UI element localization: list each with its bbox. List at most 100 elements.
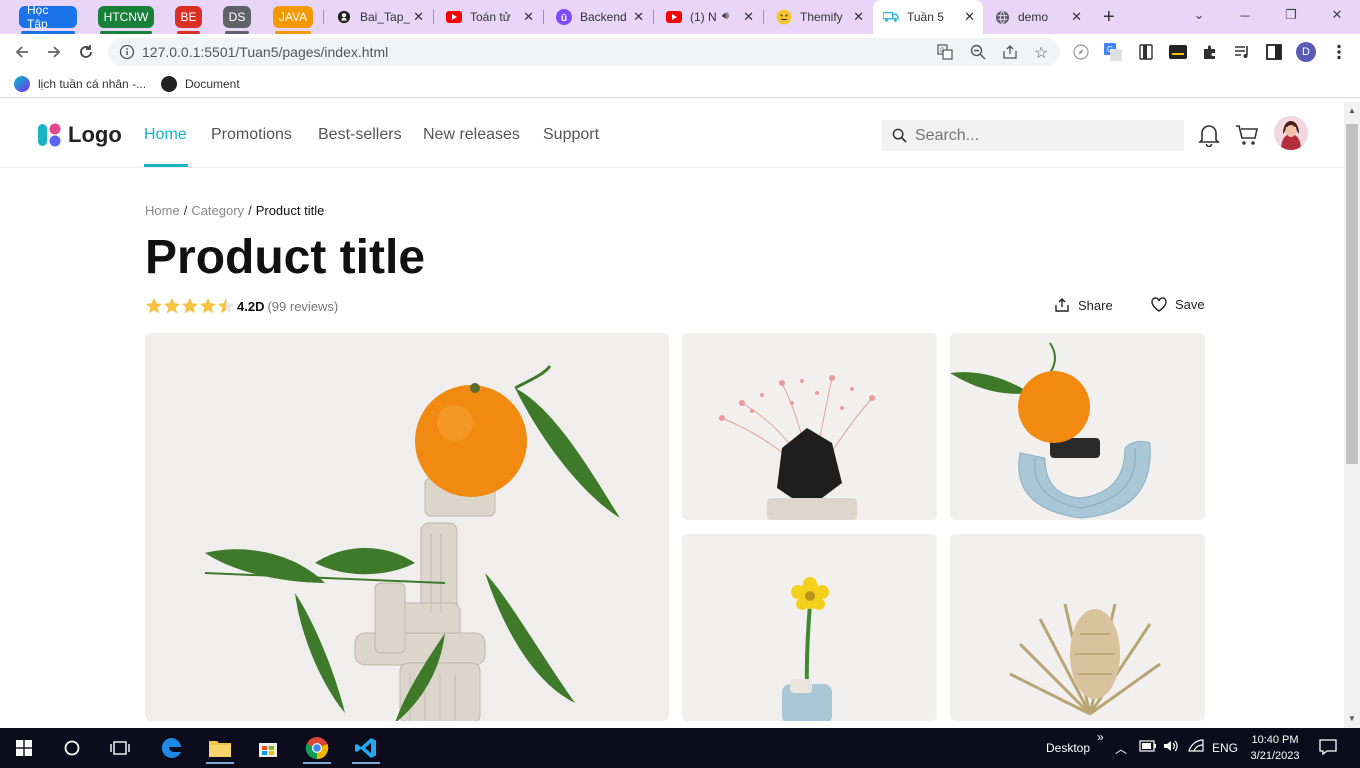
- edge-taskbar-button[interactable]: [152, 732, 192, 764]
- minimize-button[interactable]: ─: [1222, 0, 1268, 30]
- volume-icon[interactable]: [1163, 739, 1179, 756]
- zoom-icon[interactable]: [970, 44, 986, 65]
- product-thumbnail-4[interactable]: [950, 534, 1205, 721]
- start-button[interactable]: [4, 732, 44, 764]
- tab-search-icon[interactable]: ⌄: [1176, 0, 1222, 30]
- back-button[interactable]: [10, 41, 34, 63]
- github-icon: [336, 9, 352, 25]
- site-info-icon[interactable]: [119, 44, 135, 65]
- close-tab-icon[interactable]: ✕: [413, 9, 424, 25]
- close-tab-icon[interactable]: ✕: [853, 9, 864, 25]
- address-bar[interactable]: 127.0.0.1:5501/Tuan5/pages/index.html G …: [108, 38, 1060, 66]
- nav-best-sellers[interactable]: Best-sellers: [318, 126, 402, 144]
- scrollbar-thumb[interactable]: [1346, 124, 1358, 464]
- bookmark-document[interactable]: Document: [161, 76, 240, 92]
- page-scrollbar[interactable]: ▲ ▼: [1344, 102, 1360, 728]
- nav-new-releases[interactable]: New releases: [423, 126, 520, 144]
- tab-group-java[interactable]: JAVA: [273, 6, 313, 34]
- tab-youtube-playing[interactable]: (1) N 🔊︎ ✕: [656, 0, 762, 34]
- new-tab-button[interactable]: +: [1103, 6, 1115, 29]
- file-explorer-taskbar-button[interactable]: [200, 732, 240, 764]
- bookmark-star-icon[interactable]: ☆: [1034, 43, 1048, 63]
- close-window-button[interactable]: ✕: [1314, 0, 1360, 30]
- google-translate-extension-icon[interactable]: G: [1104, 43, 1122, 61]
- product-main-image[interactable]: [145, 333, 669, 721]
- notifications-center-icon[interactable]: [1319, 739, 1337, 758]
- udemy-icon: ū: [556, 9, 572, 25]
- tab-backend[interactable]: ū Backend ✕: [546, 0, 652, 34]
- task-view-button[interactable]: [100, 732, 140, 764]
- tab-tuan-5-active[interactable]: Tuần 5 ✕: [873, 0, 983, 34]
- close-tab-icon[interactable]: ✕: [633, 9, 644, 25]
- language-indicator[interactable]: ENG: [1212, 741, 1238, 755]
- battery-icon[interactable]: [1139, 740, 1157, 755]
- url-text[interactable]: 127.0.0.1:5501/Tuan5/pages/index.html: [142, 44, 388, 60]
- search-taskbar-button[interactable]: [52, 732, 92, 764]
- user-avatar[interactable]: [1274, 116, 1308, 150]
- task-view-icon: [110, 741, 130, 755]
- scroll-down-icon[interactable]: ▼: [1348, 714, 1356, 723]
- search-input[interactable]: [915, 126, 1165, 145]
- tab-group-be[interactable]: BE: [175, 6, 202, 34]
- media-playlist-icon[interactable]: [1233, 43, 1251, 61]
- extension-icon-book[interactable]: [1137, 43, 1155, 61]
- share-icon: [1055, 298, 1069, 312]
- close-tab-icon[interactable]: ✕: [743, 9, 754, 25]
- nav-promotions[interactable]: Promotions: [211, 126, 292, 144]
- extension-icon-card[interactable]: [1169, 43, 1187, 61]
- reviews-link[interactable]: (99 reviews): [267, 299, 338, 314]
- nav-support[interactable]: Support: [543, 126, 599, 144]
- breadcrumb-category[interactable]: Category: [191, 203, 244, 218]
- reload-button[interactable]: [74, 41, 98, 63]
- show-hidden-icons[interactable]: ︿: [1115, 740, 1127, 757]
- save-button[interactable]: Save: [1151, 297, 1205, 312]
- tab-bai-tap[interactable]: Bai_Tap_ ✕: [326, 0, 432, 34]
- profile-avatar-button[interactable]: D: [1296, 42, 1316, 62]
- compass-extension-icon[interactable]: [1072, 43, 1090, 61]
- nav-active-indicator: [144, 164, 188, 167]
- close-tab-icon[interactable]: ✕: [1071, 9, 1082, 25]
- pink-flowers-rock-image: [682, 333, 937, 520]
- share-button[interactable]: Share: [1054, 297, 1113, 313]
- extensions-puzzle-icon[interactable]: [1201, 43, 1219, 61]
- breadcrumb-home[interactable]: Home: [145, 203, 180, 218]
- close-tab-icon[interactable]: ✕: [964, 9, 975, 25]
- side-panel-icon[interactable]: [1265, 43, 1283, 61]
- chrome-taskbar-button[interactable]: [297, 732, 337, 764]
- forward-button[interactable]: [42, 41, 66, 63]
- cart-button[interactable]: [1234, 122, 1260, 148]
- vscode-icon: [355, 738, 376, 758]
- taskbar-clock[interactable]: 10:40 PM 3/21/2023: [1238, 732, 1312, 764]
- product-thumbnail-3[interactable]: [682, 534, 937, 721]
- wifi-icon[interactable]: [1188, 739, 1204, 756]
- star-full-icon: [181, 297, 199, 314]
- tab-demo[interactable]: demo ✕: [984, 0, 1090, 34]
- site-search[interactable]: [882, 120, 1184, 151]
- heart-icon: [1151, 297, 1167, 312]
- tab-toan-tu[interactable]: Toán tử ✕: [436, 0, 542, 34]
- product-thumbnail-1[interactable]: [682, 333, 937, 520]
- scroll-up-icon[interactable]: ▲: [1348, 106, 1356, 115]
- tab-themify[interactable]: Themify ✕: [766, 0, 872, 34]
- tab-group-hoc-tap[interactable]: Học Tập: [19, 3, 77, 34]
- notifications-button[interactable]: [1196, 122, 1222, 148]
- close-tab-icon[interactable]: ✕: [523, 9, 534, 25]
- tab-group-htcnw[interactable]: HTCNW: [98, 6, 154, 34]
- browser-menu-icon[interactable]: [1330, 43, 1348, 61]
- speaker-icon[interactable]: 🔊︎: [722, 10, 729, 23]
- desktop-toolbar-chevron-icon[interactable]: »: [1097, 730, 1104, 744]
- tab-group-ds[interactable]: DS: [223, 6, 251, 34]
- bookmark-lich-tuan[interactable]: lịch tuần cá nhân -...: [14, 76, 146, 92]
- star-half-icon: [217, 297, 235, 314]
- nav-home[interactable]: Home: [144, 126, 187, 144]
- site-logo[interactable]: Logo: [38, 122, 122, 148]
- user-avatar-image: [1274, 116, 1308, 150]
- share-page-icon[interactable]: [1002, 44, 1018, 65]
- product-thumbnail-2[interactable]: [950, 333, 1205, 520]
- restore-button[interactable]: ❐: [1268, 0, 1314, 30]
- desktop-toolbar[interactable]: Desktop: [1046, 728, 1090, 768]
- vscode-taskbar-button[interactable]: [346, 732, 386, 764]
- edge-icon: [161, 737, 181, 758]
- translate-icon[interactable]: G: [937, 44, 953, 65]
- store-taskbar-button[interactable]: [248, 732, 288, 764]
